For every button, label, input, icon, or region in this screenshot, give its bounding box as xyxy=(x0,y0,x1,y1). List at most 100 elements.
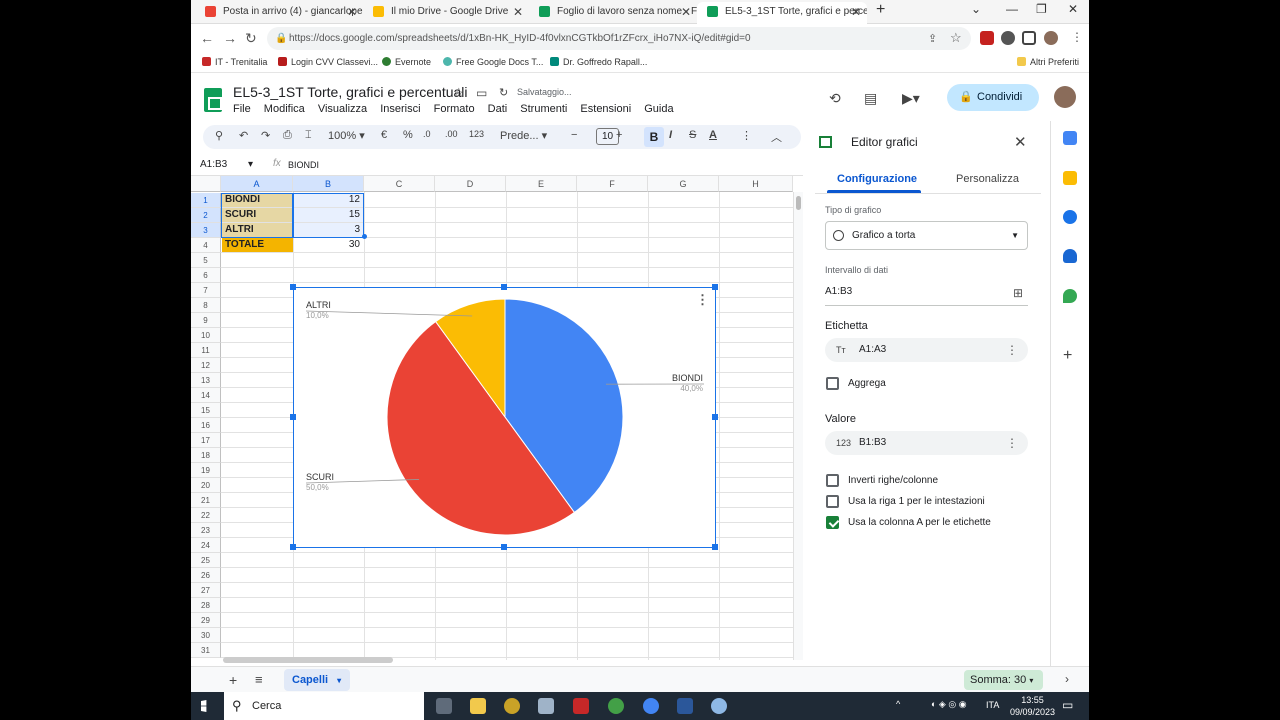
column-header[interactable]: G xyxy=(648,176,719,192)
history-icon[interactable]: ⟲ xyxy=(829,90,841,107)
comments-icon[interactable]: ▤ xyxy=(864,90,877,107)
spreadsheet-grid[interactable]: A B C D E F G H 1 2 3 4 5 6 7 8 9 10 11 12 13 14 15 16 1… xyxy=(191,176,803,660)
bookmark-item[interactable]: Free Google Docs T... xyxy=(443,57,543,67)
strikethrough-button[interactable]: S xyxy=(689,129,696,141)
row-header[interactable]: 17 xyxy=(191,433,221,448)
row-header[interactable]: 11 xyxy=(191,343,221,358)
menu-file[interactable]: File xyxy=(233,103,251,115)
data-range-input[interactable]: A1:B3 ⊞ xyxy=(825,286,1028,306)
menu-edit[interactable]: Modifica xyxy=(264,103,305,115)
close-tab-icon[interactable]: ✕ xyxy=(513,2,523,22)
word-icon[interactable] xyxy=(677,698,693,714)
row-header[interactable]: 4 xyxy=(191,238,221,253)
contacts-app-icon[interactable] xyxy=(1063,249,1077,263)
zoom-select[interactable]: 100% ▾ xyxy=(328,129,365,142)
search-menus-icon[interactable]: ⚲ xyxy=(215,129,223,142)
language-indicator[interactable]: ITA xyxy=(986,700,999,710)
print-icon[interactable]: ⎙ xyxy=(283,129,292,142)
notifications-icon[interactable]: ▭ xyxy=(1062,698,1073,712)
row-header[interactable]: 9 xyxy=(191,313,221,328)
resize-handle[interactable] xyxy=(712,284,718,290)
font-select[interactable]: Prede... ▾ xyxy=(500,129,547,142)
share-button[interactable]: 🔒 Condividi xyxy=(947,84,1039,111)
name-box[interactable]: A1:B3 ▾ xyxy=(200,159,253,170)
side-panel-icon[interactable] xyxy=(1022,31,1036,45)
share-page-icon[interactable]: ⇪ xyxy=(928,32,937,45)
pie-chart[interactable]: ⋮ BIONDI 40,0% SCURI 50,0% ALTRI 10,0% xyxy=(290,284,718,550)
task-view-icon[interactable] xyxy=(436,698,452,714)
aggregate-checkbox[interactable] xyxy=(826,377,839,390)
menu-format[interactable]: Formato xyxy=(434,103,475,115)
reload-icon[interactable]: ↻ xyxy=(245,30,257,47)
sheets-logo-icon[interactable] xyxy=(204,88,222,112)
meet-icon[interactable]: ▶▾ xyxy=(902,90,920,107)
back-icon[interactable]: ← xyxy=(200,30,214,46)
menu-view[interactable]: Visualizza xyxy=(318,103,367,115)
row-header[interactable]: 30 xyxy=(191,628,221,643)
document-title[interactable]: EL5-3_1ST Torte, grafici e percentuali xyxy=(233,84,468,100)
calendar-app-icon[interactable] xyxy=(1063,131,1077,145)
horizontal-scrollbar[interactable] xyxy=(223,657,393,663)
user-avatar[interactable] xyxy=(1054,86,1076,108)
close-tab-icon[interactable]: ✕ xyxy=(851,2,861,22)
column-header[interactable]: F xyxy=(577,176,648,192)
menu-tools[interactable]: Strumenti xyxy=(520,103,567,115)
profile-avatar[interactable] xyxy=(1044,31,1058,45)
italic-button[interactable]: I xyxy=(669,129,672,141)
row-header[interactable]: 28 xyxy=(191,598,221,613)
resize-handle[interactable] xyxy=(712,414,718,420)
app-icon[interactable] xyxy=(608,698,624,714)
row-header[interactable]: 24 xyxy=(191,538,221,553)
bookmark-item[interactable]: Evernote xyxy=(382,57,431,67)
scroll-thumb[interactable] xyxy=(796,196,801,210)
filezilla-icon[interactable] xyxy=(573,698,589,714)
value-range-chip[interactable]: 123 B1:B3 ⋮ xyxy=(825,431,1028,455)
row-header[interactable]: 19 xyxy=(191,463,221,478)
row-header[interactable]: 7 xyxy=(191,283,221,298)
extensions-icon[interactable] xyxy=(1001,31,1015,45)
column-header[interactable]: C xyxy=(364,176,435,192)
currency-format-button[interactable]: € xyxy=(381,129,387,141)
switch-rows-columns-checkbox[interactable] xyxy=(826,474,839,487)
row-header[interactable]: 12 xyxy=(191,358,221,373)
row-header[interactable]: 10 xyxy=(191,328,221,343)
new-tab-button[interactable]: + xyxy=(876,1,885,19)
resize-handle[interactable] xyxy=(290,544,296,550)
tray-arrow-icon[interactable]: ^ xyxy=(896,699,900,709)
keep-app-icon[interactable] xyxy=(1063,171,1077,185)
increase-font-size-icon[interactable]: + xyxy=(616,129,622,141)
row-header[interactable]: 15 xyxy=(191,403,221,418)
resize-handle[interactable] xyxy=(712,544,718,550)
app-icon[interactable] xyxy=(538,698,554,714)
menu-insert[interactable]: Inserisci xyxy=(380,103,420,115)
bold-button[interactable]: B xyxy=(644,127,664,147)
bookmark-item[interactable]: Dr. Goffredo Rapall... xyxy=(550,57,647,67)
row-header[interactable]: 16 xyxy=(191,418,221,433)
row-header[interactable]: 1 xyxy=(191,193,221,208)
decrease-font-size-icon[interactable]: − xyxy=(571,129,577,141)
decrease-decimals-button[interactable]: .0 xyxy=(423,129,431,139)
bookmark-star-icon[interactable]: ☆ xyxy=(950,30,962,46)
tray-icons[interactable]: ◐ ◈ ◎ ◉ xyxy=(931,699,967,710)
row-header[interactable]: 22 xyxy=(191,508,221,523)
add-sheet-button[interactable]: + xyxy=(229,672,237,688)
use-column-a-labels-checkbox[interactable] xyxy=(826,516,839,529)
calendar-extension-icon[interactable] xyxy=(980,31,994,45)
close-tab-icon[interactable]: ✕ xyxy=(681,2,691,22)
undo-icon[interactable]: ↶ xyxy=(239,129,248,142)
row-header[interactable]: 31 xyxy=(191,643,221,658)
other-bookmarks[interactable]: Altri Preferiti xyxy=(1017,57,1079,67)
bookmark-item[interactable]: Login CVV Classevi... xyxy=(278,57,378,67)
grid-select-icon[interactable]: ⊞ xyxy=(1013,286,1023,300)
label-range-chip[interactable]: Tт A1:A3 ⋮ xyxy=(825,338,1028,362)
url-input[interactable]: 🔒 https://docs.google.com/spreadsheets/d… xyxy=(267,27,971,50)
row-header[interactable]: 23 xyxy=(191,523,221,538)
paint-format-icon[interactable]: ⌶ xyxy=(305,129,312,142)
minimize-icon[interactable]: — xyxy=(1006,2,1018,16)
menu-extensions[interactable]: Estensioni xyxy=(580,103,631,115)
tasks-app-icon[interactable] xyxy=(1063,210,1077,224)
resize-handle[interactable] xyxy=(290,414,296,420)
row-header[interactable]: 21 xyxy=(191,493,221,508)
formula-input[interactable]: BIONDI xyxy=(288,160,319,170)
text-color-button[interactable]: A xyxy=(709,129,717,141)
